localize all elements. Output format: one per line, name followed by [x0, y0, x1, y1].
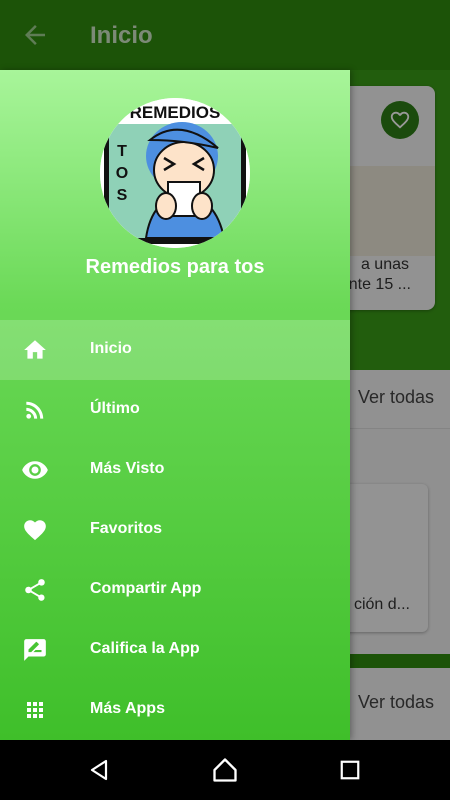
- drawer-item-label: Califica la App: [90, 640, 200, 657]
- nav-back-button[interactable]: [84, 755, 114, 785]
- drawer-item-califica[interactable]: Califica la App: [0, 620, 350, 680]
- drawer-menu: Inicio Último Más Visto Favoritos Compar…: [0, 320, 350, 740]
- drawer-item-label: Favoritos: [90, 520, 163, 537]
- navigation-drawer: REMEDIOS T O S Remedios para tos Inicio …: [0, 70, 350, 740]
- drawer-item-label: Inicio: [90, 340, 132, 357]
- drawer-item-inicio[interactable]: Inicio: [0, 320, 350, 380]
- home-outline-icon: [213, 758, 237, 782]
- share-icon: [20, 576, 50, 604]
- eye-icon: [20, 456, 50, 484]
- svg-text:REMEDIOS: REMEDIOS: [130, 103, 221, 122]
- nav-recents-button[interactable]: [335, 755, 365, 785]
- square-recents-icon: [340, 760, 360, 780]
- apps-grid-icon: [20, 696, 50, 724]
- drawer-item-label: Último: [90, 400, 140, 417]
- system-nav-bar: [0, 740, 450, 800]
- drawer-item-label: Más Visto: [90, 460, 165, 477]
- svg-text:S: S: [117, 187, 128, 204]
- nav-home-button[interactable]: [210, 755, 240, 785]
- drawer-item-label: Compartir App: [90, 580, 202, 597]
- svg-text:T: T: [117, 143, 127, 160]
- drawer-item-mas-visto[interactable]: Más Visto: [0, 440, 350, 500]
- drawer-item-mas-apps[interactable]: Más Apps: [0, 680, 350, 740]
- app-name: Remedios para tos: [85, 256, 265, 278]
- rate-icon: [20, 636, 50, 664]
- triangle-back-icon: [90, 759, 108, 781]
- app-logo: REMEDIOS T O S: [100, 98, 250, 248]
- svg-text:O: O: [116, 165, 128, 182]
- rss-icon: [20, 396, 50, 424]
- heart-icon: [20, 516, 50, 544]
- drawer-item-ultimo[interactable]: Último: [0, 380, 350, 440]
- drawer-item-favoritos[interactable]: Favoritos: [0, 500, 350, 560]
- drawer-header: REMEDIOS T O S Remedios para tos: [0, 70, 350, 320]
- drawer-item-label: Más Apps: [90, 700, 165, 717]
- home-icon: [20, 336, 50, 364]
- drawer-item-compartir[interactable]: Compartir App: [0, 560, 350, 620]
